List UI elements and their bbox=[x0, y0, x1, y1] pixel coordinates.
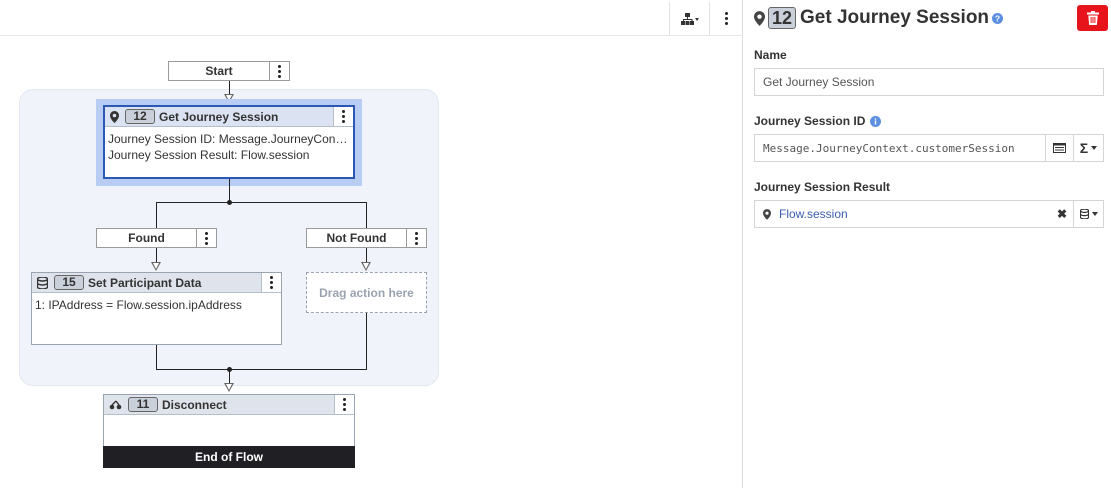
journey-id-value: Message.JourneyContext.customerSession bbox=[763, 141, 1015, 155]
svg-text:?: ? bbox=[995, 13, 1000, 23]
expression-editor-icon[interactable] bbox=[1045, 135, 1073, 161]
clear-icon[interactable]: ✖ bbox=[1051, 207, 1073, 221]
journey-session-result-field[interactable]: Flow.session ✖ bbox=[754, 200, 1104, 228]
node-title: Set Participant Data bbox=[88, 275, 202, 290]
editor-glyph bbox=[1053, 143, 1066, 153]
panel-title: Get Journey Session bbox=[800, 7, 990, 28]
node-title: Disconnect bbox=[162, 397, 227, 412]
node-line: 1: IPAddress = Flow.session.ipAddress bbox=[35, 298, 242, 312]
found-label: Found bbox=[128, 231, 165, 245]
location-pin-icon bbox=[110, 110, 119, 123]
drag-action-placeholder[interactable]: Drag action here bbox=[306, 272, 427, 313]
node-header: 11 Disconnect bbox=[104, 395, 354, 415]
node-body: Journey Session ID: Message.JourneyConte… bbox=[105, 127, 353, 167]
journey-session-id-field[interactable]: Message.JourneyContext.customerSession Σ bbox=[754, 134, 1104, 162]
not-found-label: Not Found bbox=[326, 231, 387, 245]
node-line: Journey Session ID: Message.JourneyConte… bbox=[108, 132, 350, 146]
node-menu-icon[interactable] bbox=[334, 395, 354, 414]
properties-panel: 12 Get Journey Session ? Name Get Journe… bbox=[744, 0, 1111, 488]
hierarchy-icon[interactable] bbox=[669, 2, 709, 35]
get-journey-session-node[interactable]: 12 Get Journey Session Journey Session I… bbox=[103, 105, 355, 179]
kebab-icon[interactable] bbox=[709, 2, 743, 35]
name-field[interactable]: Get Journey Session bbox=[754, 68, 1104, 96]
database-icon bbox=[1079, 209, 1089, 219]
arrow-icon bbox=[224, 383, 234, 392]
journey-result-value: Flow.session bbox=[779, 207, 848, 221]
journey-result-label-text: Journey Session Result bbox=[754, 180, 891, 194]
node-line: Journey Session Result: Flow.session bbox=[108, 148, 310, 162]
connector bbox=[156, 248, 157, 262]
name-value: Get Journey Session bbox=[763, 75, 875, 89]
sigma-dropdown-icon[interactable]: Σ bbox=[1073, 135, 1103, 161]
connector bbox=[156, 345, 157, 370]
sigma-glyph: Σ bbox=[1079, 140, 1089, 156]
panel-header: 12 Get Journey Session ? bbox=[744, 0, 1111, 36]
start-node[interactable]: Start bbox=[168, 61, 290, 81]
start-menu-icon[interactable] bbox=[269, 62, 289, 80]
connector bbox=[366, 313, 367, 370]
connector bbox=[156, 369, 367, 370]
end-of-flow-label: End of Flow bbox=[103, 446, 355, 468]
not-found-branch[interactable]: Not Found bbox=[306, 228, 427, 248]
flow-canvas[interactable]: Start 12 Get Journey Session Journey Ses… bbox=[0, 0, 743, 488]
connector bbox=[229, 81, 230, 94]
connector bbox=[229, 369, 230, 383]
node-header: 15 Set Participant Data bbox=[32, 273, 281, 293]
name-label-text: Name bbox=[754, 48, 787, 62]
journey-session-id-label: Journey Session ID bbox=[754, 114, 882, 128]
node-menu-icon[interactable] bbox=[261, 273, 281, 292]
found-menu-icon[interactable] bbox=[196, 229, 216, 247]
delete-button[interactable] bbox=[1077, 5, 1108, 31]
hierarchy-glyph bbox=[680, 12, 699, 25]
node-title: Get Journey Session bbox=[159, 109, 279, 124]
disconnect-node[interactable]: 11 Disconnect End of Flow bbox=[103, 394, 355, 468]
location-pin-icon bbox=[754, 10, 765, 26]
disconnect-icon bbox=[109, 400, 122, 409]
name-label: Name bbox=[754, 48, 787, 62]
location-pin-icon bbox=[763, 208, 771, 220]
journey-id-label-text: Journey Session ID bbox=[754, 114, 866, 128]
trash-icon bbox=[1086, 11, 1099, 25]
node-menu-icon[interactable] bbox=[333, 107, 353, 126]
database-icon bbox=[37, 276, 48, 289]
not-found-menu-icon[interactable] bbox=[406, 229, 426, 247]
node-number: 12 bbox=[125, 109, 155, 124]
canvas-toolbar bbox=[0, 0, 743, 36]
help-icon[interactable]: ? bbox=[992, 12, 1004, 24]
arrow-icon bbox=[361, 262, 371, 271]
connector bbox=[366, 202, 367, 229]
connector bbox=[156, 202, 367, 203]
set-participant-data-node[interactable]: 15 Set Participant Data 1: IPAddress = F… bbox=[31, 272, 282, 345]
panel-node-number: 12 bbox=[768, 7, 797, 29]
found-branch[interactable]: Found bbox=[96, 228, 217, 248]
start-label: Start bbox=[205, 64, 233, 78]
journey-session-result-label: Journey Session Result bbox=[754, 180, 890, 194]
info-icon[interactable] bbox=[870, 115, 882, 127]
node-number: 15 bbox=[54, 275, 84, 290]
node-header: 12 Get Journey Session bbox=[105, 107, 353, 127]
connector bbox=[156, 202, 157, 229]
node-body: 1: IPAddress = Flow.session.ipAddress bbox=[32, 293, 281, 317]
connector bbox=[366, 248, 367, 262]
node-number: 11 bbox=[128, 397, 158, 412]
arrow-icon bbox=[151, 262, 161, 271]
variable-dropdown-icon[interactable] bbox=[1073, 201, 1103, 227]
